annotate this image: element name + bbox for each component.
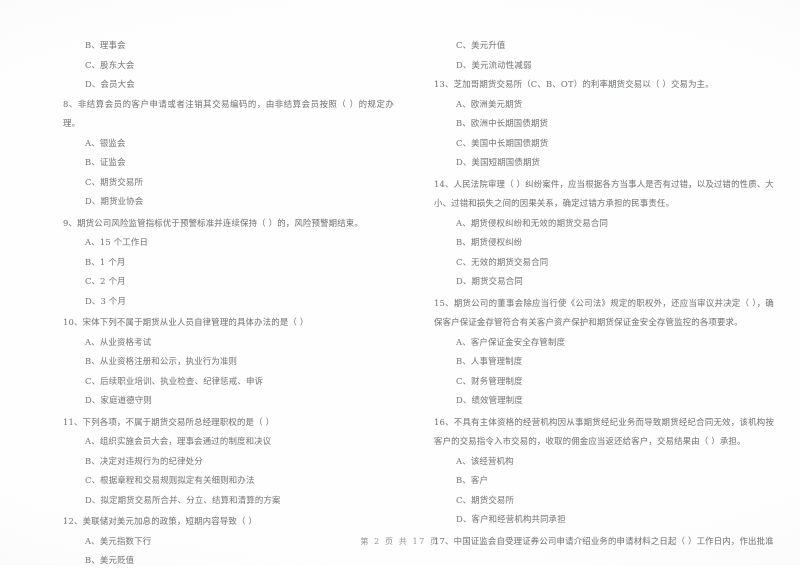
option-line: D、期货交易合同 [456, 276, 523, 286]
question-stem: 10、宋体下列不属于期货从业人员自律管理的具体办法的是（ ） [63, 317, 309, 327]
left-column: B、理事会 C、股东大会 D、会员大会 8、非结算会员的客户申请或者注销其交易编… [0, 36, 400, 573]
question-11: 11、下列各项，不属于期货交易所总经理职权的是（ ） A、组织实施会员大会，理事… [63, 413, 394, 511]
option-line: B、证监会 [85, 157, 126, 167]
question-8: 8、非结算会员的客户申请或者注销其交易编码的，由非结算会员按照（ ）的规定办理。… [63, 95, 394, 212]
option-line: C、股东大会 [85, 59, 135, 70]
option-line: D、家庭道德守则 [85, 395, 152, 405]
option-line: A、客户保证金安全存管制度 [456, 336, 566, 347]
option-line: D、绩效管理制度 [456, 395, 523, 405]
option-line: B、理事会 [85, 40, 126, 50]
option-line: A、组织实施会员大会，理事会通过的制度和决议 [85, 436, 272, 446]
question-16: 16、不具有主体资格的经营机构因从事期货经纪业务而导致期货经纪合同无效，该机构按… [434, 413, 774, 530]
option-line: B、美元贬值 [85, 555, 135, 565]
option-line: D、美国短期国债期货 [456, 157, 541, 167]
option-line: B、期货侵权纠纷 [456, 237, 523, 247]
option-line: C、后续职业培训、执业检查、纪律惩戒、申诉 [85, 375, 264, 386]
option-line: D、客户和经营机构共同承担 [456, 514, 566, 524]
option-line: C、期货交易所 [85, 176, 144, 187]
option-line: B、决定对违规行为的纪律处分 [85, 455, 203, 466]
option-line: A、15 个工作日 [85, 237, 149, 247]
option-line: A、从业资格考试 [85, 336, 152, 347]
option-line: B、欧洲中长期国债期货 [456, 118, 549, 128]
question-stem: 14、人民法院审理（ ）纠纷案件，应当根据各方当事人是否有过错，以及过错的性质、… [434, 178, 774, 209]
question-13: 13、芝加哥期货交易所（C、B、OT）的利率期货交易以（ ）交易为主。 A、欧洲… [434, 75, 774, 173]
question-10: 10、宋体下列不属于期货从业人员自律管理的具体办法的是（ ） A、从业资格考试 … [63, 313, 394, 411]
question-stem: 8、非结算会员的客户申请或者注销其交易编码的，由非结算会员按照（ ）的规定办理。 [63, 98, 394, 129]
question-stem: 9、期货公司风险监管指标优于预警标准并连续保持（ ）的，风险预警期结束。 [63, 217, 363, 228]
option-line: D、期货业协会 [85, 196, 144, 206]
question-9: 9、期货公司风险监管指标优于预警标准并连续保持（ ）的，风险预警期结束。 A、1… [63, 214, 394, 312]
option-line: C、根据章程和交易规则拟定有关细则和办法 [85, 475, 255, 485]
option-line: D、会员大会 [85, 79, 135, 89]
option-line: A、期货侵权纠纷和无效的期货交易合同 [456, 217, 609, 228]
question-stem: 12、美联储对美元加息的政策，短期内容导致（ ） [63, 516, 257, 526]
option-line: C、无效的期货交易合同 [456, 256, 549, 267]
question-stem: 11、下列各项，不属于期货交易所总经理职权的是（ ） [63, 416, 275, 427]
option-line: C、2 个月 [85, 276, 126, 286]
option-line: A、欧洲美元期货 [456, 98, 523, 109]
option-line: B、客户 [456, 475, 489, 485]
option-line: D、拟定期货交易所合并、分立、结算和清算的方案 [85, 494, 281, 505]
option-line: A、该经营机构 [456, 455, 514, 466]
option-line: C、美国中长期国债期货 [456, 137, 549, 148]
question-stem: 15、期货公司的董事会除应当行使《公司法》规定的职权外，还应当审议并决定（ ），… [434, 297, 774, 328]
option-line: B、1 个月 [85, 256, 126, 267]
option-line: D、3 个月 [85, 295, 127, 306]
two-column-body: B、理事会 C、股东大会 D、会员大会 8、非结算会员的客户申请或者注销其交易编… [0, 36, 800, 565]
document-page: B、理事会 C、股东大会 D、会员大会 8、非结算会员的客户申请或者注销其交易编… [0, 0, 800, 565]
question-15: 15、期货公司的董事会除应当行使《公司法》规定的职权外，还应当审议并决定（ ），… [434, 294, 774, 411]
option-line: C、财务管理制度 [456, 375, 523, 386]
question-14: 14、人民法院审理（ ）纠纷案件，应当根据各方当事人是否有过错，以及过错的性质、… [434, 175, 774, 292]
option-line: D、美元流动性减弱 [456, 59, 532, 70]
option-line: B、从业资格注册和公示，执业行为准则 [85, 356, 238, 366]
right-column: C、美元升值 D、美元流动性减弱 13、芝加哥期货交易所（C、B、OT）的利率期… [400, 36, 800, 553]
option-line: C、期货交易所 [456, 494, 515, 505]
option-line: B、人事管理制度 [456, 356, 523, 366]
question-stem: 16、不具有主体资格的经营机构因从事期货经纪业务而导致期货经纪合同无效，该机构按… [434, 416, 774, 447]
option-line: C、美元升值 [456, 40, 506, 50]
page-footer: 第 2 页 共 17 页 [360, 537, 440, 546]
option-line: A、银监会 [85, 137, 126, 148]
question-stem: 13、芝加哥期货交易所（C、B、OT）的利率期货交易以（ ）交易为主。 [434, 79, 714, 89]
